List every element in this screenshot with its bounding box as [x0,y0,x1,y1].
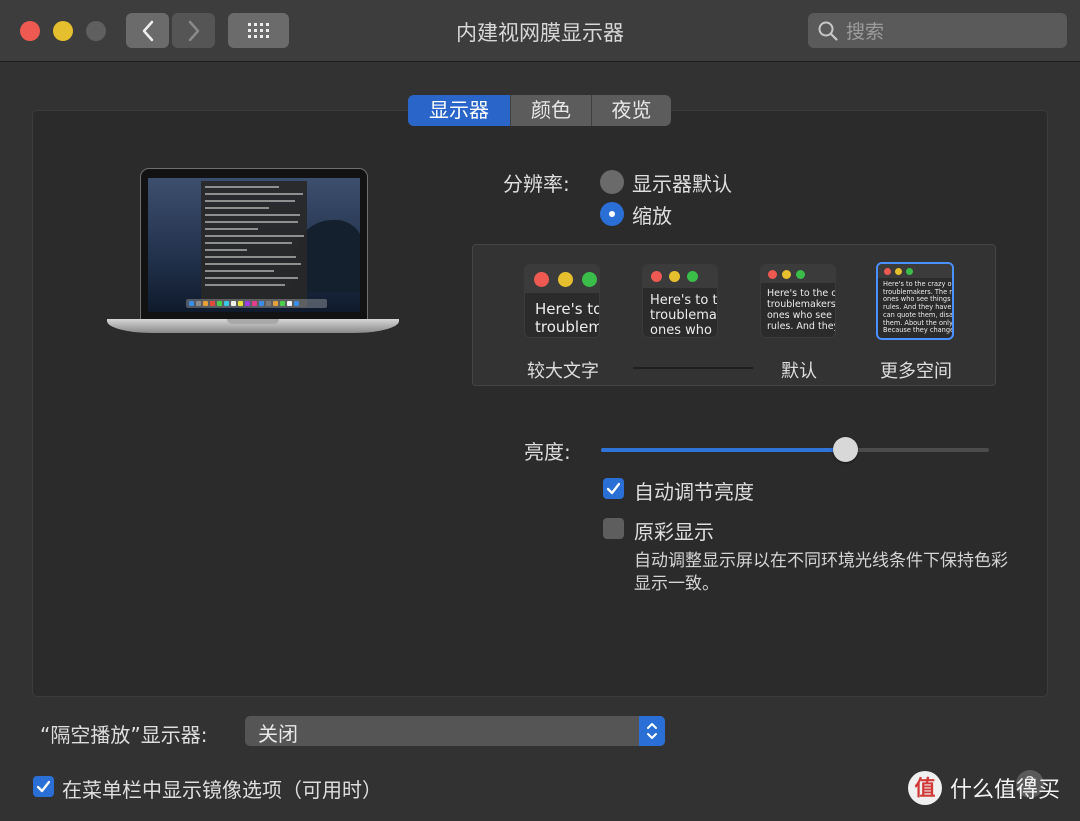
scaled-label[interactable]: 缩放 [632,200,672,229]
scale-divider [633,367,753,369]
tab-color[interactable]: 颜色 [510,95,591,126]
tab-display[interactable]: 显示器 [408,95,510,126]
zoom-window-button[interactable] [86,21,106,41]
true-tone-description: 自动调整显示屏以在不同环境光线条件下保持色彩显示一致。 [634,551,1008,594]
airplay-label: “隔空播放”显示器: [40,723,208,747]
radio-scaled[interactable] [600,202,624,226]
chevron-right-icon [188,20,199,41]
airplay-display-select[interactable]: 关闭 [245,716,665,746]
scale-option-default[interactable]: Here's to the cr troublemakers. ones who… [760,264,836,338]
macbook-image [107,168,399,340]
window-title: 内建视网膜显示器 [456,21,624,45]
watermark-text: 什么值得买 [950,778,1061,803]
brightness-slider-knob[interactable] [832,437,858,462]
scale-label-default: 默认 [781,361,817,382]
tab-bar: 显示器 颜色 夜览 [408,95,671,126]
mirroring-menu-label[interactable]: 在菜单栏中显示镜像选项（可用时） [62,774,382,803]
updown-chevron-icon [639,716,665,746]
minimize-window-button[interactable] [53,21,73,41]
scale-preview-text: Here's to the cr troublemakers. ones who… [767,288,836,333]
close-window-button[interactable] [20,21,40,41]
auto-brightness-label[interactable]: 自动调节亮度 [634,476,754,505]
resolution-label: 分辨率: [503,172,570,196]
watermark: 值 什么值得买 [908,771,1060,805]
chevron-left-icon [142,20,153,41]
scale-option-more-space[interactable]: Here's to the crazy ones troublemakers. … [876,262,954,340]
back-button[interactable] [126,13,169,48]
true-tone-checkbox[interactable] [603,518,624,539]
scale-preview-text: Here's to the crazy ones troublemakers. … [883,280,954,335]
search-icon [818,21,838,41]
mirroring-menu-checkbox[interactable] [33,776,54,797]
search-placeholder: 搜索 [846,21,885,43]
forward-button[interactable] [172,13,215,48]
scale-preview-text: Here's to t troublema ones who [650,293,718,338]
auto-brightness-checkbox[interactable] [603,478,624,499]
scale-preview-text: Here's to troublem [535,300,600,336]
brightness-label: 亮度: [524,440,571,464]
checkmark-icon [606,482,621,495]
grid-icon [248,23,269,38]
title-bar: 内建视网膜显示器 搜索 [0,0,1080,62]
airplay-selected-value: 关闭 [258,722,298,746]
tab-night-shift[interactable]: 夜览 [591,95,671,126]
show-all-button[interactable] [228,13,289,48]
scale-label-more-space: 更多空间 [880,361,952,382]
checkmark-icon [36,780,51,793]
search-field[interactable]: 搜索 [808,13,1067,48]
scale-option-2[interactable]: Here's to t troublema ones who [642,264,718,338]
default-resolution-label[interactable]: 显示器默认 [632,168,732,197]
true-tone-label[interactable]: 原彩显示 [634,516,714,545]
scale-label-larger-text: 较大文字 [527,361,599,382]
watermark-logo: 值 [908,771,942,805]
brightness-slider-fill [601,448,846,452]
radio-default-resolution[interactable] [600,170,624,194]
scale-option-larger-text[interactable]: Here's to troublem [524,264,600,338]
